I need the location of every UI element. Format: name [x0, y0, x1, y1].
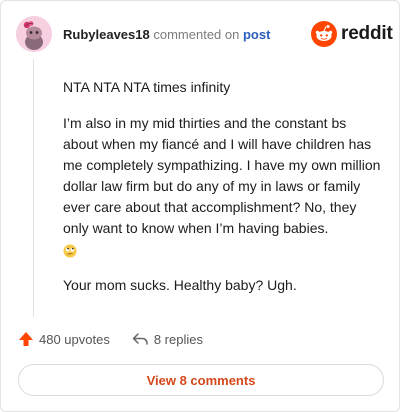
upvote-arrow-icon: [19, 332, 33, 346]
comment-body: NTA NTA NTA times infinity I’m also in m…: [63, 77, 383, 311]
commented-on-text: commented on: [153, 27, 240, 42]
username-link[interactable]: Rubyleaves18: [63, 27, 150, 42]
reply-count: 8 replies: [153, 331, 203, 347]
post-link[interactable]: post: [243, 27, 270, 42]
reddit-wordmark: reddit: [341, 23, 393, 44]
comment-paragraph: Your mom sucks. Healthy baby? Ugh.: [63, 277, 297, 293]
snoo-avatar-icon: [16, 16, 52, 52]
reddit-logo[interactable]: reddit: [311, 21, 393, 47]
comment-card: Rubyleaves18 commented on post reddit NT…: [0, 0, 400, 412]
action-bar: 480 upvotes 8 replies: [18, 331, 225, 347]
upvote-count: 480 upvotes: [39, 331, 110, 347]
view-comments-button[interactable]: View 8 comments: [18, 364, 384, 396]
thread-line: [33, 59, 34, 317]
reply-arrow-icon: [132, 333, 148, 345]
comment-paragraph: NTA NTA NTA times infinity: [63, 79, 231, 95]
avatar[interactable]: [16, 16, 52, 52]
comment-header: Rubyleaves18 commented on post: [63, 27, 270, 42]
upvote-button[interactable]: 480 upvotes: [18, 331, 110, 347]
eye-roll-emoji-icon: [63, 244, 77, 258]
comment-paragraph: I’m also in my mid thirties and the cons…: [63, 115, 381, 236]
reddit-snoo-icon: [311, 21, 337, 47]
reply-button[interactable]: 8 replies: [132, 332, 203, 347]
